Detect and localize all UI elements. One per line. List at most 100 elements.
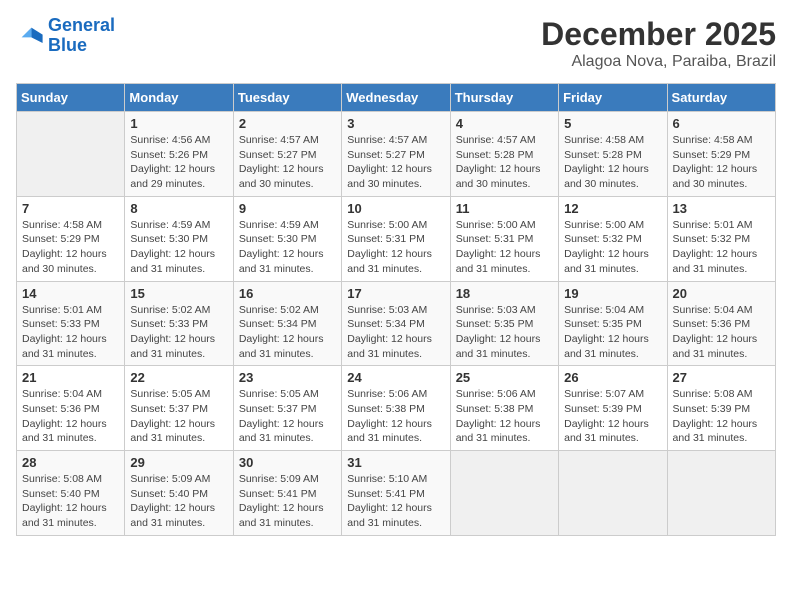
calendar-cell — [17, 112, 125, 197]
day-number: 26 — [564, 370, 661, 385]
day-info: Sunrise: 5:10 AM Sunset: 5:41 PM Dayligh… — [347, 472, 444, 531]
calendar-cell: 30 Sunrise: 5:09 AM Sunset: 5:41 PM Dayli… — [233, 451, 341, 536]
day-info: Sunrise: 4:57 AM Sunset: 5:28 PM Dayligh… — [456, 133, 553, 192]
calendar-cell: 18Sunrise: 5:03 AM Sunset: 5:35 PM Dayli… — [450, 281, 558, 366]
day-info: Sunrise: 5:08 AM Sunset: 5:39 PM Dayligh… — [673, 387, 770, 446]
weekday-header-cell: Sunday — [17, 84, 125, 112]
calendar-cell: 27 Sunrise: 5:08 AM Sunset: 5:39 PM Dayli… — [667, 366, 775, 451]
day-info: Sunrise: 5:09 AM Sunset: 5:41 PM Dayligh… — [239, 472, 336, 531]
calendar-cell: 22 Sunrise: 5:05 AM Sunset: 5:37 PM Dayli… — [125, 366, 233, 451]
calendar-cell: 10 Sunrise: 5:00 AM Sunset: 5:31 PM Dayli… — [342, 196, 450, 281]
day-number: 3 — [347, 116, 444, 131]
calendar-cell: 3 Sunrise: 4:57 AM Sunset: 5:27 PM Daylig… — [342, 112, 450, 197]
calendar-cell: 15 Sunrise: 5:02 AM Sunset: 5:33 PM Dayli… — [125, 281, 233, 366]
logo: General Blue — [16, 16, 115, 56]
calendar-cell: 1 Sunrise: 4:56 AM Sunset: 5:26 PM Daylig… — [125, 112, 233, 197]
day-info: Sunrise: 5:05 AM Sunset: 5:37 PM Dayligh… — [239, 387, 336, 446]
day-info: Sunrise: 5:00 AM Sunset: 5:31 PM Dayligh… — [347, 218, 444, 277]
day-info: Sunrise: 5:08 AM Sunset: 5:40 PM Dayligh… — [22, 472, 119, 531]
day-number: 12 — [564, 201, 661, 216]
day-info: Sunrise: 4:57 AM Sunset: 5:27 PM Dayligh… — [347, 133, 444, 192]
header: General Blue December 2025 Alagoa Nova, … — [16, 16, 776, 71]
day-number: 8 — [130, 201, 227, 216]
month-title: December 2025 — [541, 16, 776, 53]
day-number: 30 — [239, 455, 336, 470]
day-info: Sunrise: 5:09 AM Sunset: 5:40 PM Dayligh… — [130, 472, 227, 531]
day-info: Sunrise: 4:58 AM Sunset: 5:29 PM Dayligh… — [22, 218, 119, 277]
day-info: Sunrise: 5:04 AM Sunset: 5:36 PM Dayligh… — [22, 387, 119, 446]
day-number: 31 — [347, 455, 444, 470]
day-number: 25 — [456, 370, 553, 385]
calendar-cell: 11Sunrise: 5:00 AM Sunset: 5:31 PM Dayli… — [450, 196, 558, 281]
day-number: 17 — [347, 286, 444, 301]
day-info: Sunrise: 5:01 AM Sunset: 5:33 PM Dayligh… — [22, 303, 119, 362]
day-number: 2 — [239, 116, 336, 131]
calendar-week-row: 28 Sunrise: 5:08 AM Sunset: 5:40 PM Dayli… — [17, 451, 776, 536]
day-number: 29 — [130, 455, 227, 470]
calendar-cell: 23 Sunrise: 5:05 AM Sunset: 5:37 PM Dayli… — [233, 366, 341, 451]
day-info: Sunrise: 4:59 AM Sunset: 5:30 PM Dayligh… — [239, 218, 336, 277]
day-info: Sunrise: 4:56 AM Sunset: 5:26 PM Dayligh… — [130, 133, 227, 192]
calendar-cell: 12Sunrise: 5:00 AM Sunset: 5:32 PM Dayli… — [559, 196, 667, 281]
calendar-cell — [667, 451, 775, 536]
day-number: 7 — [22, 201, 119, 216]
day-number: 20 — [673, 286, 770, 301]
weekday-header-cell: Friday — [559, 84, 667, 112]
calendar-cell: 4 Sunrise: 4:57 AM Sunset: 5:28 PM Daylig… — [450, 112, 558, 197]
weekday-header-cell: Tuesday — [233, 84, 341, 112]
title-area: December 2025 Alagoa Nova, Paraiba, Braz… — [541, 16, 776, 71]
day-info: Sunrise: 5:05 AM Sunset: 5:37 PM Dayligh… — [130, 387, 227, 446]
calendar-cell: 8 Sunrise: 4:59 AM Sunset: 5:30 PM Daylig… — [125, 196, 233, 281]
day-number: 15 — [130, 286, 227, 301]
day-info: Sunrise: 4:57 AM Sunset: 5:27 PM Dayligh… — [239, 133, 336, 192]
calendar-cell: 14 Sunrise: 5:01 AM Sunset: 5:33 PM Dayli… — [17, 281, 125, 366]
calendar-cell: 2 Sunrise: 4:57 AM Sunset: 5:27 PM Daylig… — [233, 112, 341, 197]
day-number: 22 — [130, 370, 227, 385]
day-number: 23 — [239, 370, 336, 385]
calendar-week-row: 14 Sunrise: 5:01 AM Sunset: 5:33 PM Dayli… — [17, 281, 776, 366]
day-number: 19 — [564, 286, 661, 301]
logo-text: General Blue — [48, 16, 115, 56]
weekday-header-cell: Monday — [125, 84, 233, 112]
logo-line1: General — [48, 15, 115, 35]
weekday-header-cell: Thursday — [450, 84, 558, 112]
calendar-week-row: 7 Sunrise: 4:58 AM Sunset: 5:29 PM Daylig… — [17, 196, 776, 281]
calendar-cell: 21 Sunrise: 5:04 AM Sunset: 5:36 PM Dayli… — [17, 366, 125, 451]
calendar-cell: 29 Sunrise: 5:09 AM Sunset: 5:40 PM Dayli… — [125, 451, 233, 536]
day-info: Sunrise: 4:58 AM Sunset: 5:29 PM Dayligh… — [673, 133, 770, 192]
calendar-cell: 19 Sunrise: 5:04 AM Sunset: 5:35 PM Dayli… — [559, 281, 667, 366]
day-info: Sunrise: 5:03 AM Sunset: 5:34 PM Dayligh… — [347, 303, 444, 362]
day-number: 24 — [347, 370, 444, 385]
day-number: 1 — [130, 116, 227, 131]
calendar-cell: 28 Sunrise: 5:08 AM Sunset: 5:40 PM Dayli… — [17, 451, 125, 536]
calendar-cell: 24 Sunrise: 5:06 AM Sunset: 5:38 PM Dayli… — [342, 366, 450, 451]
day-info: Sunrise: 5:06 AM Sunset: 5:38 PM Dayligh… — [456, 387, 553, 446]
weekday-header-cell: Saturday — [667, 84, 775, 112]
calendar-cell: 9 Sunrise: 4:59 AM Sunset: 5:30 PM Daylig… — [233, 196, 341, 281]
day-info: Sunrise: 5:01 AM Sunset: 5:32 PM Dayligh… — [673, 218, 770, 277]
day-number: 21 — [22, 370, 119, 385]
calendar-cell: 26Sunrise: 5:07 AM Sunset: 5:39 PM Dayli… — [559, 366, 667, 451]
weekday-header-row: SundayMondayTuesdayWednesdayThursdayFrid… — [17, 84, 776, 112]
day-info: Sunrise: 5:02 AM Sunset: 5:34 PM Dayligh… — [239, 303, 336, 362]
day-number: 14 — [22, 286, 119, 301]
day-number: 16 — [239, 286, 336, 301]
day-info: Sunrise: 5:02 AM Sunset: 5:33 PM Dayligh… — [130, 303, 227, 362]
calendar-table: SundayMondayTuesdayWednesdayThursdayFrid… — [16, 83, 776, 536]
weekday-header-cell: Wednesday — [342, 84, 450, 112]
day-info: Sunrise: 5:04 AM Sunset: 5:35 PM Dayligh… — [564, 303, 661, 362]
calendar-cell: 7 Sunrise: 4:58 AM Sunset: 5:29 PM Daylig… — [17, 196, 125, 281]
day-info: Sunrise: 5:06 AM Sunset: 5:38 PM Dayligh… — [347, 387, 444, 446]
day-info: Sunrise: 4:59 AM Sunset: 5:30 PM Dayligh… — [130, 218, 227, 277]
day-info: Sunrise: 5:00 AM Sunset: 5:31 PM Dayligh… — [456, 218, 553, 277]
day-number: 28 — [22, 455, 119, 470]
day-number: 9 — [239, 201, 336, 216]
day-number: 4 — [456, 116, 553, 131]
day-number: 10 — [347, 201, 444, 216]
calendar-cell: 31 Sunrise: 5:10 AM Sunset: 5:41 PM Dayli… — [342, 451, 450, 536]
day-number: 27 — [673, 370, 770, 385]
calendar-cell: 16 Sunrise: 5:02 AM Sunset: 5:34 PM Dayli… — [233, 281, 341, 366]
logo-icon — [16, 22, 44, 50]
calendar-cell — [559, 451, 667, 536]
calendar-cell: 6Sunrise: 4:58 AM Sunset: 5:29 PM Daylig… — [667, 112, 775, 197]
